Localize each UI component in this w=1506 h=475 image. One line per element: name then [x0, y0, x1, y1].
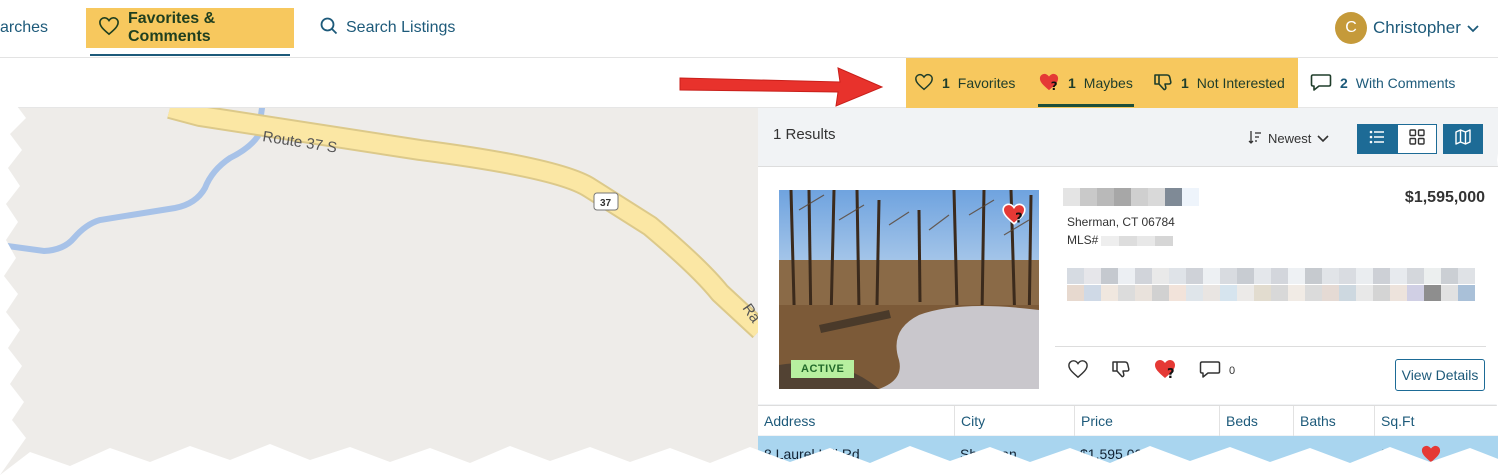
heart-question-icon[interactable]: ?: [1001, 202, 1027, 231]
grid-icon: [1409, 128, 1425, 150]
cell-beds: 0: [1225, 446, 1233, 462]
thumbs-down-icon: [1153, 72, 1173, 95]
svg-text:?: ?: [1051, 79, 1058, 92]
avatar: C: [1335, 12, 1367, 44]
column-price[interactable]: Price: [1074, 406, 1219, 436]
chevron-down-icon: [1317, 131, 1329, 146]
column-address[interactable]: Address: [758, 406, 954, 436]
results-table-header: Address City Price Beds Baths Sq.Ft: [758, 405, 1498, 436]
list-view-button[interactable]: [1357, 124, 1397, 154]
maybes-label: Maybes: [1083, 75, 1133, 91]
sort-icon: [1248, 130, 1262, 147]
map-canvas: Route 37 S 37 Ra: [0, 108, 760, 339]
nav-search-listings[interactable]: Search Listings: [320, 8, 455, 48]
map-icon: [1455, 128, 1471, 150]
heart-icon[interactable]: [1067, 359, 1089, 382]
status-badge: ACTIVE: [791, 360, 855, 378]
grid-view-button[interactable]: [1397, 124, 1437, 154]
listing-card[interactable]: ? ACTIVE Sherman, CT 06784 MLS# $1,595,0…: [758, 166, 1498, 404]
comment-action[interactable]: 0: [1199, 359, 1235, 382]
heart-question-icon: ?: [1038, 72, 1060, 95]
top-navigation: arches Favorites & Comments Search Listi…: [0, 0, 1498, 58]
chevron-down-icon: [1467, 18, 1479, 38]
sort-label: Newest: [1268, 131, 1312, 146]
cell-price: $1,595,000: [1080, 446, 1151, 462]
cell-sqft: 0: [1380, 446, 1388, 462]
redacted-address: [1063, 188, 1199, 206]
thumbs-down-icon[interactable]: [1111, 359, 1131, 382]
list-icon: [1369, 130, 1385, 149]
user-menu[interactable]: C Christopher: [1335, 12, 1479, 44]
redacted-description-line-1: [1067, 268, 1475, 284]
heart-icon: [914, 73, 934, 94]
svg-text:?: ?: [1167, 367, 1175, 380]
column-sqft[interactable]: Sq.Ft: [1374, 406, 1498, 436]
view-details-button[interactable]: View Details: [1395, 359, 1485, 391]
comments-label: With Comments: [1355, 75, 1456, 91]
route-shield-label: 37: [600, 198, 612, 209]
listing-actions: ? 0: [1067, 358, 1235, 383]
favorites-label: Favorites: [957, 75, 1016, 91]
nav-saved-searches[interactable]: arches: [0, 8, 48, 48]
redacted-description-line-2: [1067, 285, 1475, 301]
column-beds[interactable]: Beds: [1219, 406, 1293, 436]
svg-text:?: ?: [1015, 212, 1023, 226]
not-interested-label: Not Interested: [1196, 75, 1285, 91]
listing-city: Sherman, CT 06784: [1067, 215, 1175, 229]
filter-with-comments[interactable]: 2 With Comments: [1310, 58, 1455, 108]
active-tab-underline: [90, 54, 290, 56]
cell-address: 8 Laurel Hill Rd: [764, 446, 860, 462]
comment-count: 0: [1229, 364, 1236, 377]
filter-maybes[interactable]: ? 1 Maybes: [1038, 58, 1133, 108]
results-count: 1 Results: [773, 126, 836, 143]
sort-dropdown[interactable]: Newest: [1248, 130, 1329, 147]
map-view[interactable]: Route 37 S 37 Ra: [0, 108, 760, 475]
nav-saved-searches-label: arches: [0, 19, 49, 36]
column-city[interactable]: City: [954, 406, 1074, 436]
nav-search-label: Search Listings: [346, 19, 456, 36]
comment-icon: [1199, 359, 1221, 382]
user-name: Christopher: [1373, 18, 1461, 37]
column-baths[interactable]: Baths: [1293, 406, 1374, 436]
not-interested-count: 1: [1181, 75, 1189, 91]
results-panel: 1 Results Newest ? ACTIVE Sherman, CT 06…: [758, 108, 1498, 475]
comments-count: 2: [1340, 75, 1348, 91]
card-divider: [1055, 346, 1486, 347]
heart-icon: [1420, 444, 1442, 469]
listing-photo[interactable]: ? ACTIVE: [779, 190, 1039, 389]
heart-question-icon[interactable]: ?: [1153, 358, 1177, 383]
map-view-button[interactable]: [1443, 124, 1483, 154]
heart-icon: [98, 16, 120, 41]
search-icon: [320, 17, 338, 40]
filter-favorites[interactable]: 1 Favorites: [914, 58, 1015, 108]
results-header: 1 Results Newest: [758, 108, 1498, 166]
redacted-mls: [1101, 236, 1173, 246]
maybes-count: 1: [1068, 75, 1076, 91]
nav-favorites-label: Favorites & Comments: [128, 10, 216, 45]
mls-label: MLS#: [1067, 233, 1099, 247]
favorites-count: 1: [942, 75, 950, 91]
filter-not-interested[interactable]: 1 Not Interested: [1153, 58, 1285, 108]
filter-bar: 1 Favorites ? 1 Maybes 1 Not Interested …: [0, 58, 1498, 108]
table-row[interactable]: 8 Laurel Hill Rd Sherman $1,595,000 0 0: [758, 436, 1498, 475]
nav-favorites-comments[interactable]: Favorites & Comments: [86, 8, 294, 48]
comment-icon: [1310, 72, 1332, 95]
active-filter-underline: [1038, 104, 1134, 107]
cell-city: Sherman: [960, 446, 1017, 462]
listing-price: $1,595,000: [1404, 189, 1485, 206]
